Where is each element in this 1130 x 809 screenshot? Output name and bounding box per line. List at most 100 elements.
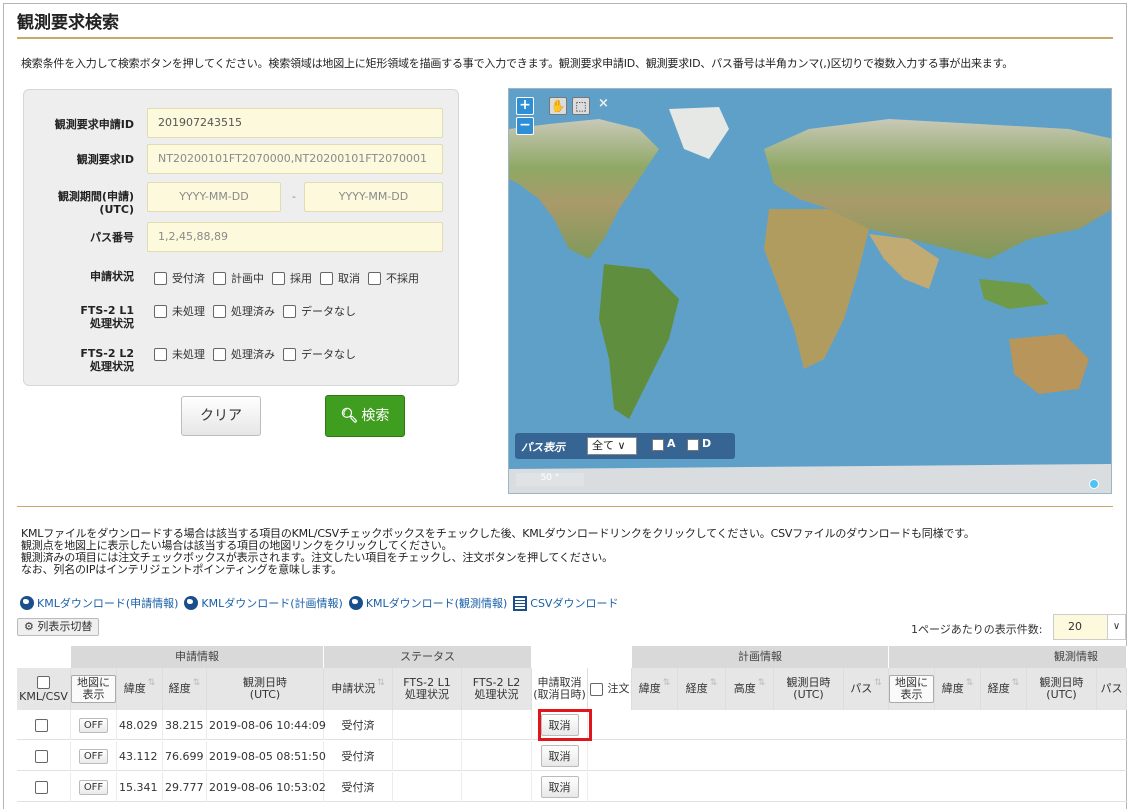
period-label: 観測期間(申請) (UTC) [24, 190, 134, 216]
map-scale: 50 ° [515, 473, 585, 487]
page-title: 観測要求検索 [17, 13, 119, 33]
l2-processed-checkbox[interactable]: 処理済み [213, 346, 275, 362]
row-kml-checkbox[interactable] [34, 780, 48, 794]
header-obs-lat[interactable]: 緯度 ⇅ [935, 668, 981, 710]
cancel-request-button[interactable]: 取消 [540, 745, 579, 767]
clear-button[interactable]: クリア [181, 396, 261, 436]
period-to-input[interactable]: YYYY-MM-DD [304, 182, 443, 212]
chevron-down-icon: ∨ [1107, 615, 1125, 639]
status-cancelled-checkbox[interactable]: 取消 [320, 270, 360, 286]
fts-l1-label: FTS-2 L1 処理状況 [80, 304, 134, 330]
header-obs-path[interactable]: パス [1097, 668, 1127, 710]
request-id-label: 観測要求ID [76, 153, 134, 166]
per-page-label: 1ページあたりの表示件数: [911, 623, 1043, 636]
header-obs-dt[interactable]: 観測日時 (UTC) [1027, 668, 1097, 710]
help-notes: KMLファイルをダウンロードする場合は該当する項目のKML/CSVチェックボック… [21, 528, 975, 576]
header-lat[interactable]: 緯度 ⇅ [117, 668, 163, 710]
row-kml-checkbox[interactable] [34, 718, 48, 732]
column-toggle-button[interactable]: ⚙ 列表示切替 [17, 618, 100, 636]
path-number-label: パス番号 [90, 231, 134, 244]
row-kml-checkbox[interactable] [34, 749, 48, 763]
row-lat: 48.029 [117, 710, 163, 740]
header-lon[interactable]: 経度 ⇅ [163, 668, 207, 710]
row-status: 受付済 [324, 772, 393, 802]
map-off-button[interactable]: OFF [78, 779, 109, 795]
map-off-button[interactable]: OFF [78, 717, 109, 733]
cancel-request-button[interactable]: 取消 [540, 776, 579, 798]
row-datetime: 2019-08-06 10:44:09 [207, 710, 326, 740]
path-d-checkbox[interactable] [687, 439, 699, 451]
kml-download-plan-link[interactable]: KMLダウンロード(計画情報) [201, 595, 342, 611]
header-map[interactable]: 地図に表示 [71, 668, 117, 710]
fts-l2-options: 未処理 処理済み データなし [154, 346, 364, 362]
application-status-options: 受付済 計画中 採用 取消 不採用 [154, 270, 427, 286]
path-number-input[interactable]: 1,2,45,88,89 [147, 222, 443, 252]
l2-unprocessed-checkbox[interactable]: 未処理 [154, 346, 205, 362]
l2-nodata-checkbox[interactable]: データなし [283, 346, 356, 362]
zoom-in-button[interactable]: + [516, 97, 534, 115]
header-plan-alt[interactable]: 高度 ⇅ [726, 668, 774, 710]
header-kmlcsv: KML/CSV [17, 668, 71, 710]
l1-nodata-checkbox[interactable]: データなし [283, 303, 356, 319]
row-lat: 43.112 [117, 741, 163, 771]
search-button-label: 検索 [361, 408, 390, 424]
instruction-text: 検索条件を入力して検索ボタンを押してください。検索領域は地図上に矩形領域を描画す… [21, 57, 1014, 70]
path-display-label: パス表示 [521, 441, 565, 454]
header-plan-lon[interactable]: 経度 ⇅ [678, 668, 726, 710]
period-from-input[interactable]: YYYY-MM-DD [147, 182, 281, 212]
clear-selection-icon[interactable]: × [598, 96, 609, 111]
status-received-checkbox[interactable]: 受付済 [154, 270, 205, 286]
table-row: OFF 43.112 76.699 2019-08-05 08:51:50 受付… [17, 741, 1127, 771]
status-planning-checkbox[interactable]: 計画中 [213, 270, 264, 286]
select-all-checkbox[interactable] [37, 675, 50, 689]
header-plan-datetime[interactable]: 観測日時 (UTC) [774, 668, 844, 710]
row-status: 受付済 [324, 710, 393, 740]
row-status: 受付済 [324, 741, 393, 771]
status-rejected-checkbox[interactable]: 不採用 [368, 270, 419, 286]
zoom-out-button[interactable]: − [516, 117, 534, 135]
header-plan-path[interactable]: パス ⇅ [844, 668, 889, 710]
kml-download-application-link[interactable]: KMLダウンロード(申請情報) [37, 595, 178, 611]
rectangle-select-icon[interactable]: ⬚ [572, 97, 590, 115]
world-map[interactable]: + − ✋ ⬚ × パス表示 全て ∨ A D 50 ° [508, 88, 1112, 494]
header-plan-lat[interactable]: 緯度 ⇅ [632, 668, 678, 710]
path-a-checkbox[interactable] [652, 439, 664, 451]
results-table: 申請情報 ステータス 計画情報 観測情報 KML/CSV 地図に表示 緯度 ⇅ 経… [17, 646, 1127, 809]
globe-icon [20, 596, 34, 610]
status-adopted-checkbox[interactable]: 採用 [272, 270, 312, 286]
path-display-select[interactable]: 全て ∨ [587, 437, 637, 455]
csv-download-link[interactable]: CSVダウンロード [530, 595, 618, 611]
fts-l2-label: FTS-2 L2 処理状況 [80, 347, 134, 373]
header-obs-lon[interactable]: 経度 ⇅ [981, 668, 1027, 710]
list-icon [513, 595, 528, 611]
header-fts-l1[interactable]: FTS-2 L1 処理状況 [393, 668, 462, 710]
group-observation: 観測情報 [889, 646, 1127, 668]
header-app-status[interactable]: 申請状況 ⇅ [324, 668, 393, 710]
path-d-label: D [702, 437, 712, 450]
header-obs-map[interactable]: 地図に表示 [889, 668, 935, 710]
row-lon: 29.777 [163, 772, 207, 802]
row-lat: 15.341 [117, 772, 163, 802]
globe-icon [184, 596, 199, 610]
l1-unprocessed-checkbox[interactable]: 未処理 [154, 303, 205, 319]
title-divider [17, 37, 1113, 39]
header-order: 注文 [588, 668, 632, 710]
row-datetime: 2019-08-06 10:53:02 [207, 772, 326, 802]
header-fts-l2[interactable]: FTS-2 L2 処理状況 [462, 668, 532, 710]
search-button[interactable]: 🔍︎ 検索 [325, 395, 405, 437]
kml-download-observation-link[interactable]: KMLダウンロード(観測情報) [366, 595, 507, 611]
per-page-select[interactable]: 20 ∨ [1053, 614, 1126, 640]
request-id-input[interactable]: NT20200101FT2070000,NT20200101FT2070001 [147, 144, 443, 174]
l1-processed-checkbox[interactable]: 処理済み [213, 303, 275, 319]
header-cancel: 申請取消 (取消日時) [532, 668, 588, 710]
period-separator: - [292, 190, 296, 203]
request-app-id-input[interactable]: 201907243515 [147, 108, 443, 138]
header-obs-datetime[interactable]: 観測日時 (UTC) [207, 668, 324, 710]
gear-icon: ⚙ [24, 620, 34, 633]
row-datetime: 2019-08-05 08:51:50 [207, 741, 326, 771]
period-label-utc: (UTC) [99, 203, 134, 216]
section-divider [17, 506, 1113, 507]
pan-hand-icon[interactable]: ✋ [549, 97, 567, 115]
order-all-checkbox[interactable] [589, 682, 603, 696]
map-off-button[interactable]: OFF [78, 748, 109, 764]
